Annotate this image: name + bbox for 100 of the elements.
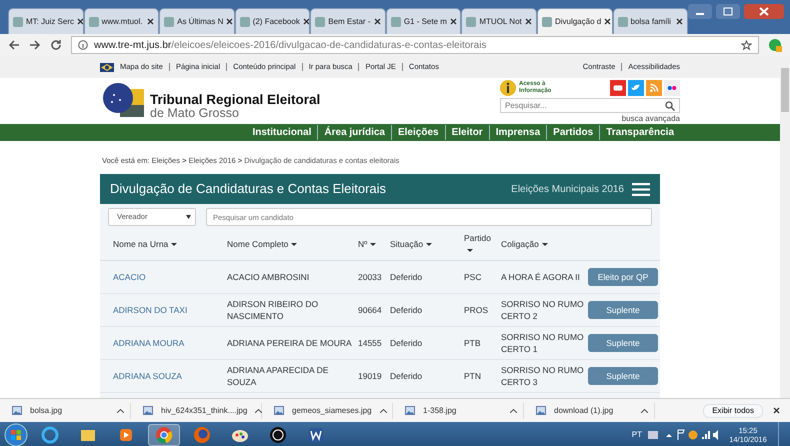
tab-title: As Últimas N bbox=[177, 16, 224, 28]
close-icon[interactable] bbox=[524, 18, 532, 25]
back-icon[interactable] bbox=[8, 39, 20, 51]
tab-title: G1 - Sete m bbox=[404, 16, 447, 28]
caret-icon[interactable] bbox=[117, 408, 124, 412]
browser-tab[interactable]: (2) Facebook bbox=[234, 8, 310, 34]
caret-icon[interactable] bbox=[510, 408, 517, 412]
column-header[interactable]: Nome Completo bbox=[227, 238, 358, 250]
table-cell-text: 19019 bbox=[358, 370, 383, 382]
table-cell-text: ACACIO AMBROSINI bbox=[227, 271, 310, 283]
nav-link[interactable]: Eleições bbox=[390, 125, 445, 140]
result-button[interactable]: Suplente bbox=[588, 334, 658, 352]
browser-tab[interactable]: MTUOL Not bbox=[461, 8, 537, 34]
table-cell-text: ADRIANA PEREIRA DE MOURA bbox=[227, 337, 353, 349]
system-tray-drawing bbox=[648, 429, 718, 441]
column-header[interactable]: Nome na Urna bbox=[113, 238, 227, 250]
advanced-search-link[interactable]: busca avançada bbox=[622, 114, 680, 124]
close-icon[interactable] bbox=[744, 4, 784, 19]
caret-icon bbox=[186, 215, 191, 219]
close-icon[interactable] bbox=[302, 18, 310, 25]
browser-tab[interactable]: G1 - Sete m bbox=[386, 8, 462, 34]
caret-icon[interactable] bbox=[641, 408, 648, 412]
minimize-icon[interactable] bbox=[688, 4, 712, 19]
download-file[interactable]: gemeos_siameses.jpg bbox=[292, 404, 372, 416]
close-icon[interactable] bbox=[226, 18, 234, 25]
caret-icon[interactable] bbox=[255, 408, 262, 412]
table-cell-text: PROS bbox=[464, 304, 490, 316]
media-player-icon[interactable] bbox=[117, 426, 135, 444]
language-indicator[interactable]: PT bbox=[632, 429, 642, 441]
panel-subtitle: Eleições Municipais 2016 bbox=[511, 182, 624, 196]
scrollbar-thumb[interactable] bbox=[781, 68, 789, 112]
column-header[interactable]: Partido bbox=[464, 232, 501, 256]
flag-icon bbox=[100, 62, 114, 72]
word-icon[interactable] bbox=[307, 426, 325, 444]
close-icon[interactable] bbox=[773, 407, 780, 414]
candidate-link[interactable]: ADRIANA MOURA bbox=[113, 336, 227, 350]
extension-icon[interactable] bbox=[768, 38, 782, 52]
panel-title: Divulgação de Candidaturas e Contas Eleitorais bbox=[110, 180, 386, 198]
nav-link[interactable]: Eleitor bbox=[444, 125, 489, 140]
nav-link[interactable]: Área jurídica bbox=[317, 125, 391, 140]
logo-title: Tribunal Regional Eleitoral bbox=[150, 92, 320, 106]
reload-icon[interactable] bbox=[50, 39, 62, 51]
close-icon[interactable] bbox=[676, 18, 684, 25]
download-file[interactable]: download (1).jpg bbox=[554, 404, 614, 416]
table-cell-text: SORRISO NO RUMO CERTO 1 bbox=[501, 331, 585, 355]
browser-tab[interactable]: bolsa famíli bbox=[612, 8, 688, 34]
download-file[interactable]: 1-358.jpg bbox=[423, 404, 456, 416]
address-bar[interactable]: www.tre-mt.jus.br/eleicoes/eleicoes-2016/divulgacao-de-candidaturas-e-contas-eleitorais bbox=[71, 36, 759, 54]
column-header[interactable]: Nº bbox=[358, 238, 390, 250]
candidate-link[interactable]: ADRIANA SOUZA bbox=[113, 370, 227, 382]
download-file[interactable]: hiv_624x351_think....jpg bbox=[161, 404, 248, 416]
show-all-button[interactable]: Exibir todos bbox=[703, 404, 763, 418]
close-icon[interactable] bbox=[450, 18, 457, 25]
candidate-link[interactable]: ADIRSON DO TAXI bbox=[113, 304, 227, 316]
nav-link[interactable]: Institucional bbox=[246, 125, 318, 140]
browser-tab[interactable]: Bem Estar - bbox=[310, 8, 386, 34]
logo-subtitle: de Mato Grosso bbox=[150, 106, 239, 120]
table-cell-text: ADRIANA APARECIDA DE SOUZA bbox=[227, 364, 330, 388]
browser-tab[interactable]: www.mtuol. bbox=[84, 8, 160, 34]
start-icon[interactable] bbox=[4, 423, 28, 446]
nav-link[interactable]: Imprensa bbox=[488, 125, 546, 140]
close-icon[interactable] bbox=[147, 18, 154, 25]
result-button[interactable]: Suplente bbox=[588, 301, 658, 319]
table-cell-text: 20033 bbox=[358, 271, 383, 283]
table-cell-text: Deferido bbox=[390, 304, 424, 316]
close-icon[interactable] bbox=[77, 18, 83, 25]
browser-tab[interactable]: Divulgação d bbox=[536, 8, 612, 34]
candidate-link[interactable]: ACACIO bbox=[113, 270, 227, 284]
table-cell-text: SORRISO NO RUMO CERTO 3 bbox=[501, 364, 585, 388]
tab-title: MT: Juiz Serc bbox=[26, 16, 74, 28]
browser-icon[interactable] bbox=[41, 426, 59, 444]
nav-link[interactable]: Partidos bbox=[546, 125, 600, 140]
twitter-icon[interactable] bbox=[628, 80, 644, 96]
image-file-icon bbox=[536, 406, 546, 415]
table-cell-text: Deferido bbox=[390, 337, 424, 349]
result-button[interactable]: Suplente bbox=[588, 367, 658, 385]
maximize-icon[interactable] bbox=[716, 4, 740, 19]
browser-tab[interactable]: As Últimas N bbox=[159, 8, 235, 34]
close-icon[interactable] bbox=[374, 18, 381, 25]
result-button[interactable]: Eleito por QP bbox=[588, 268, 658, 286]
forward-icon[interactable] bbox=[29, 39, 41, 51]
chrome-icon[interactable] bbox=[155, 426, 173, 444]
download-file[interactable]: bolsa.jpg bbox=[30, 404, 62, 416]
caret-icon[interactable] bbox=[380, 408, 387, 412]
column-header[interactable]: Situação bbox=[390, 238, 464, 250]
column-header[interactable]: Coligação bbox=[501, 238, 588, 250]
table-cell-text: 90664 bbox=[358, 304, 383, 316]
image-file-icon bbox=[274, 406, 284, 415]
search-field[interactable]: Pesquisar... bbox=[500, 98, 680, 113]
table-cell-text: Deferido bbox=[390, 370, 424, 382]
close-icon[interactable] bbox=[604, 18, 612, 25]
tab-title: MTUOL Not bbox=[479, 16, 522, 28]
browser-tab[interactable]: MT: Juiz Serc bbox=[8, 8, 84, 34]
table-cell-text: PTB bbox=[464, 337, 482, 349]
table-cell-text: PSC bbox=[464, 271, 482, 283]
menu-icon[interactable] bbox=[632, 182, 650, 196]
image-file-icon bbox=[143, 406, 153, 415]
nav-link[interactable]: Transparência bbox=[599, 125, 680, 140]
star-icon[interactable] bbox=[741, 40, 752, 50]
tab-title: www.mtuol. bbox=[102, 16, 142, 28]
